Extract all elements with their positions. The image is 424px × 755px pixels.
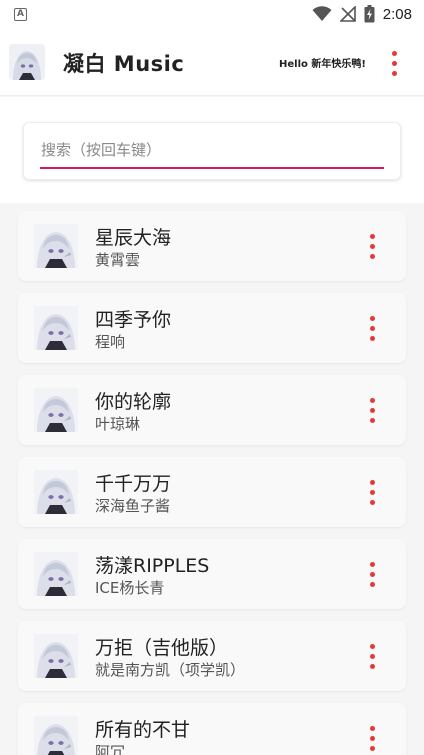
app-bar: 凝白 Music Hello 新年快乐鸭! xyxy=(0,28,424,96)
status-time: 2:08 xyxy=(382,5,412,23)
song-artist: 黄霄雲 xyxy=(95,251,141,269)
song-title: 你的轮廓 xyxy=(95,391,172,413)
song-item[interactable]: 四季予你 程响 xyxy=(18,293,406,363)
song-title: 荡漾RIPPLES xyxy=(95,555,210,577)
song-title: 星辰大海 xyxy=(95,227,172,249)
song-cover-icon xyxy=(34,306,78,350)
status-bar: A 2:08 xyxy=(0,0,424,28)
song-more-vertical-icon[interactable] xyxy=(362,313,382,343)
song-item[interactable]: 万拒（吉他版） 就是南方凯（项学凯） xyxy=(18,621,406,691)
app-avatar[interactable] xyxy=(9,44,45,80)
song-artist: ICE杨长青 xyxy=(95,579,165,597)
wifi-icon xyxy=(312,6,332,21)
song-item[interactable]: 千千万万 深海鱼子酱 xyxy=(18,457,406,527)
song-item[interactable]: 荡漾RIPPLES ICE杨长青 xyxy=(18,539,406,609)
song-more-vertical-icon[interactable] xyxy=(362,723,382,753)
song-title: 所有的不甘 xyxy=(95,719,191,741)
more-vertical-icon[interactable] xyxy=(384,48,404,78)
song-item[interactable]: 你的轮廓 叶琼琳 xyxy=(18,375,406,445)
no-signal-icon xyxy=(339,6,356,22)
song-item[interactable]: 星辰大海 黄霄雲 xyxy=(18,211,406,281)
song-artist: 程响 xyxy=(95,333,126,351)
song-cover-icon xyxy=(34,552,78,596)
song-cover-icon xyxy=(34,716,78,755)
song-item[interactable]: 所有的不甘 阿冗 xyxy=(18,703,406,755)
song-title: 四季予你 xyxy=(95,309,172,331)
song-title: 千千万万 xyxy=(95,473,172,495)
song-more-vertical-icon[interactable] xyxy=(362,559,382,589)
notification-a-icon: A xyxy=(14,7,27,21)
song-cover-icon xyxy=(34,388,78,432)
song-cover-icon xyxy=(34,224,78,268)
song-artist: 叶琼琳 xyxy=(95,415,141,433)
battery-charging-icon xyxy=(364,5,375,23)
song-more-vertical-icon[interactable] xyxy=(362,395,382,425)
search-input[interactable] xyxy=(40,137,384,169)
search-card xyxy=(23,122,401,180)
song-artist: 阿冗 xyxy=(95,743,126,755)
anime-avatar-icon xyxy=(9,44,45,80)
song-cover-icon xyxy=(34,470,78,514)
song-more-vertical-icon[interactable] xyxy=(362,231,382,261)
song-more-vertical-icon[interactable] xyxy=(362,641,382,671)
song-more-vertical-icon[interactable] xyxy=(362,477,382,507)
song-cover-icon xyxy=(34,634,78,678)
app-title: 凝白 Music xyxy=(63,52,185,76)
song-artist: 深海鱼子酱 xyxy=(95,497,171,515)
search-area xyxy=(0,97,424,203)
song-artist: 就是南方凯（项学凯） xyxy=(95,661,246,679)
song-title: 万拒（吉他版） xyxy=(95,637,229,659)
greeting-text: Hello 新年快乐鸭! xyxy=(279,59,366,70)
